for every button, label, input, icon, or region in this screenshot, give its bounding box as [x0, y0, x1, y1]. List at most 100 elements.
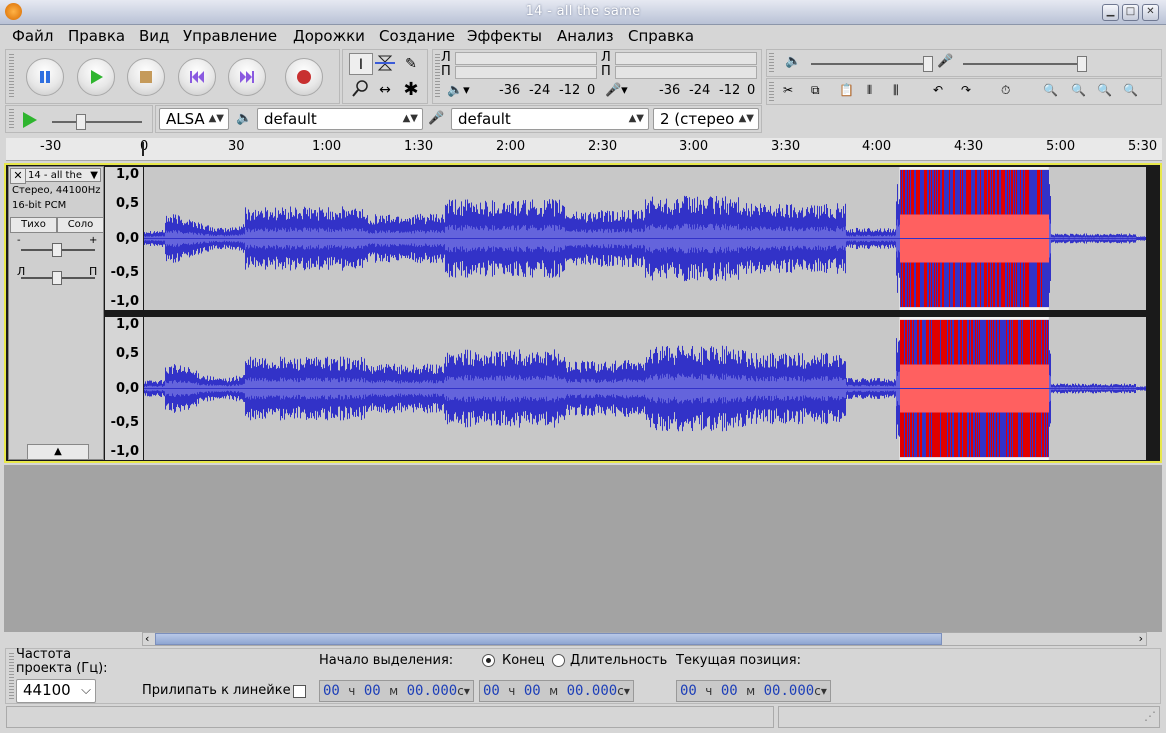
undo-icon[interactable]: ↶ — [933, 83, 943, 97]
scale-label: -0,5 — [110, 415, 139, 430]
pan-slider-thumb[interactable] — [52, 271, 62, 285]
zoom-tool-icon[interactable] — [349, 79, 373, 101]
snap-to-checkbox[interactable] — [293, 685, 306, 698]
channels-select[interactable]: 2 (стерео ▲▼ — [653, 108, 759, 130]
record-button[interactable] — [285, 58, 323, 96]
playback-volume-slider[interactable] — [811, 63, 931, 65]
menu-edit[interactable]: Правка — [68, 27, 125, 45]
selection-start-time[interactable]: 00 ч 00 м 00.000с▾ — [319, 680, 474, 702]
menu-file[interactable]: Файл — [12, 27, 53, 45]
ruler-tick: 3:30 — [771, 139, 801, 154]
playback-volume-icon: 🔈 — [785, 54, 802, 69]
pause-button[interactable] — [26, 58, 64, 96]
paste-icon[interactable]: 📋 — [839, 83, 854, 97]
play-meter-left — [455, 52, 597, 65]
play-meter-scale-2: -12 — [559, 83, 581, 98]
play-button[interactable] — [77, 58, 115, 96]
toolbar-grip[interactable] — [9, 109, 14, 129]
toolbar-grip[interactable] — [769, 82, 774, 102]
speed-slider-thumb[interactable] — [76, 114, 86, 130]
zoom-in-icon[interactable]: 🔍 — [1043, 83, 1058, 97]
menu-transport[interactable]: Управление — [183, 27, 277, 45]
play-at-speed-icon[interactable] — [20, 111, 38, 129]
empty-track-area[interactable] — [4, 465, 1162, 632]
rec-meter-scale-3: 0 — [747, 83, 756, 98]
tools-toolbar: I ✎ ↔ ✱ — [342, 49, 428, 104]
play-meter-left-label: Л — [441, 50, 451, 65]
toolbar-grip[interactable] — [769, 53, 774, 73]
window-title: 14 - all the same — [525, 4, 641, 19]
scale-label: -0,5 — [110, 265, 139, 280]
stop-button[interactable] — [127, 58, 165, 96]
solo-button[interactable]: Соло — [57, 217, 104, 233]
audio-position-time[interactable]: 00 ч 00 м 00.000с▾ — [676, 680, 831, 702]
play-head-marker[interactable] — [142, 142, 150, 156]
skip-end-button[interactable] — [228, 58, 266, 96]
track-name-menu[interactable]: 14 - all the ▼ — [25, 168, 101, 182]
skip-start-button[interactable] — [178, 58, 216, 96]
menu-tracks[interactable]: Дорожки — [293, 27, 365, 45]
redo-icon[interactable]: ↷ — [961, 83, 971, 97]
close-track-icon[interactable]: ✕ — [10, 168, 26, 184]
cut-icon[interactable]: ✂ — [783, 83, 793, 97]
mute-button[interactable]: Тихо — [10, 217, 57, 233]
scroll-right-icon[interactable]: › — [1139, 632, 1143, 645]
rec-meter-scale-0: -36 — [659, 83, 681, 98]
length-label: Длительность — [570, 653, 668, 668]
playback-volume-thumb[interactable] — [923, 56, 933, 72]
collapse-track-icon[interactable]: ▲ — [27, 444, 89, 460]
track-format: Стерео, 44100Hz — [12, 185, 101, 196]
project-rate-label-line2: проекта (Гц): — [16, 661, 108, 676]
recording-volume-slider[interactable] — [963, 63, 1083, 65]
copy-icon[interactable]: ⧉ — [811, 83, 820, 98]
draw-tool-icon[interactable]: ✎ — [399, 53, 423, 75]
fit-project-icon[interactable]: 🔍 — [1123, 83, 1138, 97]
project-rate-select[interactable]: 44100 ⌵ — [16, 679, 96, 703]
toolbar-grip[interactable] — [9, 54, 14, 99]
waveform-left-channel[interactable] — [144, 167, 1146, 310]
close-icon[interactable]: ✕ — [1142, 4, 1159, 21]
speaker-icon: 🔈 — [236, 111, 253, 126]
audio-position-label: Текущая позиция: — [676, 653, 801, 668]
rec-meter-scale-2: -12 — [719, 83, 741, 98]
sync-lock-icon[interactable]: ⏱ — [1001, 83, 1010, 98]
rec-meter-left-label: Л — [601, 50, 611, 65]
multi-tool-icon[interactable]: ✱ — [399, 79, 423, 101]
pause-icon — [40, 71, 50, 83]
recording-device-select[interactable]: default ▲▼ — [451, 108, 649, 130]
rec-meter-right — [615, 66, 757, 79]
length-radio[interactable] — [552, 654, 565, 667]
timeshift-tool-icon[interactable]: ↔ — [373, 79, 397, 101]
fit-selection-icon[interactable]: 🔍 — [1097, 83, 1112, 97]
end-radio[interactable] — [482, 654, 495, 667]
toolbar-grip[interactable] — [435, 54, 440, 99]
ruler-tick: -30 — [40, 139, 62, 154]
scroll-left-icon[interactable]: ‹ — [145, 632, 149, 645]
host-select[interactable]: ALSA ▲▼ — [159, 108, 229, 130]
selection-tool-icon[interactable]: I — [349, 53, 373, 75]
trim-icon[interactable]: ⫴ — [867, 83, 872, 98]
speaker-icon[interactable]: 🔈▾ — [447, 83, 470, 98]
recording-volume-icon: 🎤 — [937, 54, 954, 69]
minimize-icon[interactable]: ▁ — [1102, 4, 1119, 21]
playback-device-select[interactable]: default ▲▼ — [257, 108, 423, 130]
gain-slider-thumb[interactable] — [52, 243, 62, 257]
resize-grip-icon[interactable]: ⋰ — [1144, 709, 1156, 723]
toolbar-grip[interactable] — [9, 653, 14, 699]
menu-analyze[interactable]: Анализ — [557, 27, 614, 45]
recording-volume-thumb[interactable] — [1077, 56, 1087, 72]
menu-help[interactable]: Справка — [628, 27, 694, 45]
microphone-icon[interactable]: 🎤▾ — [605, 83, 628, 98]
silence-icon[interactable]: ⫼ — [893, 83, 899, 98]
envelope-tool-icon[interactable] — [373, 53, 397, 75]
timeline-ruler[interactable]: -30 0 30 1:00 1:30 2:00 2:30 3:00 3:30 4… — [6, 138, 1162, 161]
waveform-right-channel[interactable] — [144, 317, 1146, 460]
zoom-out-icon[interactable]: 🔍 — [1071, 83, 1086, 97]
selection-end-time[interactable]: 00 ч 00 м 00.000с▾ — [479, 680, 634, 702]
maximize-icon[interactable]: □ — [1122, 4, 1139, 21]
speed-slider[interactable] — [52, 121, 142, 123]
menu-generate[interactable]: Создание — [379, 27, 455, 45]
menu-effects[interactable]: Эффекты — [467, 27, 542, 45]
horizontal-scroll-thumb[interactable] — [155, 633, 942, 645]
menu-view[interactable]: Вид — [139, 27, 169, 45]
